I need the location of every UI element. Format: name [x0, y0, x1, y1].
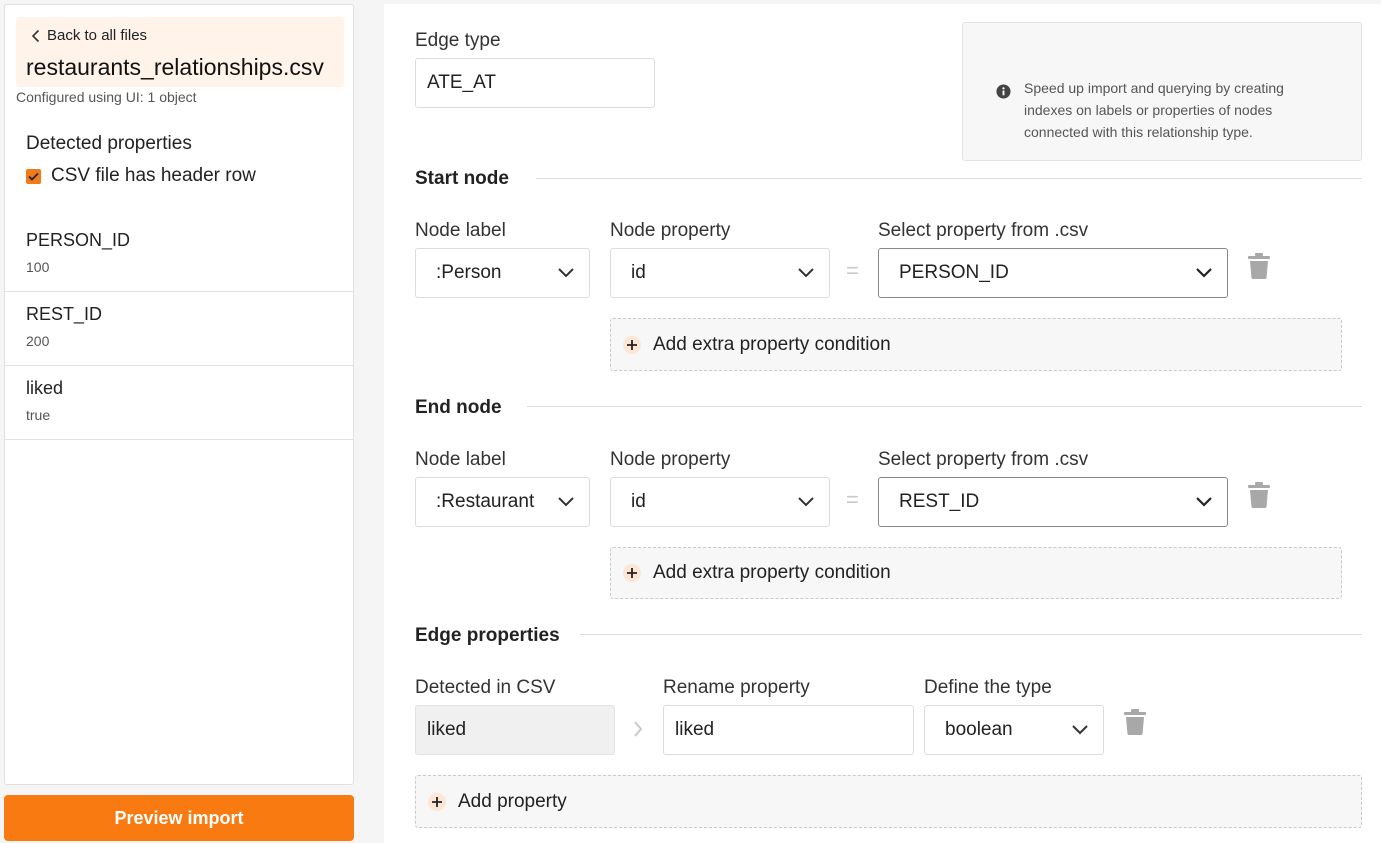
- selected-value: PERSON_ID: [899, 262, 1009, 283]
- back-to-files-link[interactable]: Back to all files: [31, 27, 147, 44]
- start-csv-property-label: Select property from .csv: [878, 220, 1089, 241]
- end-csv-property-select[interactable]: REST_ID: [878, 477, 1228, 527]
- property-name: PERSON_ID: [26, 230, 131, 250]
- section-divider: [527, 406, 1362, 407]
- file-name: restaurants_relationships.csv: [26, 54, 324, 80]
- end-node-property-label: Node property: [610, 449, 731, 470]
- checkmark-icon: [28, 172, 39, 181]
- info-text: Speed up import and querying by creating…: [1024, 80, 1284, 140]
- header-row-label: CSV file has header row: [51, 165, 256, 186]
- chevron-left-icon: [31, 29, 40, 42]
- property-sample: 100: [26, 259, 50, 275]
- section-divider: [580, 634, 1362, 635]
- define-type-label: Define the type: [924, 677, 1052, 698]
- detected-in-csv-label: Detected in CSV: [415, 677, 556, 698]
- end-node-property-select[interactable]: id: [610, 477, 830, 527]
- plus-icon: [428, 792, 446, 811]
- chevron-down-icon: [1196, 497, 1212, 507]
- detected-property-field: liked: [415, 705, 615, 755]
- info-icon: [996, 84, 1011, 99]
- chevron-down-icon: [558, 268, 574, 278]
- start-csv-property-select[interactable]: PERSON_ID: [878, 248, 1228, 298]
- start-add-condition-button[interactable]: Add extra property condition: [610, 318, 1342, 371]
- selected-value: boolean: [945, 719, 1013, 740]
- config-status: Configured using UI: 1 object: [16, 89, 197, 105]
- end-node-label-label: Node label: [415, 449, 506, 470]
- chevron-down-icon: [1196, 268, 1212, 278]
- selected-value: :Person: [436, 262, 502, 283]
- section-divider: [536, 178, 1362, 179]
- edge-type-label: Edge type: [415, 30, 501, 51]
- chevron-right-icon: [634, 721, 643, 737]
- plus-icon: [623, 564, 641, 582]
- start-node-label-select[interactable]: :Person: [415, 248, 590, 298]
- start-node-property-label: Node property: [610, 220, 731, 241]
- sidebar: Back to all files restaurants_relationsh…: [4, 4, 354, 785]
- trash-icon[interactable]: [1246, 481, 1272, 509]
- header-row-checkbox[interactable]: [26, 168, 41, 184]
- back-link-label: Back to all files: [47, 27, 148, 44]
- end-add-condition-button[interactable]: Add extra property condition: [610, 547, 1342, 599]
- index-info-box: Speed up import and querying by creating…: [962, 22, 1362, 161]
- start-node-label-label: Node label: [415, 220, 506, 241]
- property-name: liked: [26, 378, 64, 398]
- end-csv-property-label: Select property from .csv: [878, 449, 1089, 470]
- chevron-down-icon: [798, 268, 814, 278]
- property-sample: 200: [26, 333, 50, 349]
- chevron-down-icon: [1072, 725, 1088, 735]
- rename-property-input[interactable]: liked: [663, 705, 914, 755]
- trash-icon[interactable]: [1122, 708, 1148, 736]
- preview-import-button[interactable]: Preview import: [4, 795, 354, 841]
- selected-value: id: [631, 491, 646, 512]
- property-name: REST_ID: [26, 304, 103, 324]
- equals-sign: =: [846, 258, 859, 283]
- add-property-button[interactable]: Add property: [415, 775, 1362, 828]
- add-property-label: Add property: [458, 790, 567, 812]
- file-header: Back to all files restaurants_relationsh…: [16, 17, 344, 87]
- start-node-property-select[interactable]: id: [610, 248, 830, 298]
- end-node-title: End node: [415, 397, 502, 418]
- end-node-label-select[interactable]: :Restaurant: [415, 477, 590, 527]
- header-row-toggle[interactable]: CSV file has header row: [26, 165, 256, 187]
- add-condition-label: Add extra property condition: [653, 333, 891, 355]
- rename-property-label: Rename property: [663, 677, 810, 698]
- property-item[interactable]: REST_ID 200: [5, 292, 353, 366]
- selected-value: :Restaurant: [436, 491, 535, 512]
- trash-icon[interactable]: [1246, 252, 1272, 280]
- property-sample: true: [26, 407, 51, 423]
- property-item[interactable]: PERSON_ID 100: [5, 218, 353, 292]
- property-item[interactable]: liked true: [5, 366, 353, 440]
- relationship-config-panel: Edge type ATE_AT Speed up import and que…: [384, 4, 1381, 843]
- start-node-title: Start node: [415, 168, 509, 189]
- selected-value: REST_ID: [899, 491, 980, 512]
- chevron-down-icon: [558, 497, 574, 507]
- edge-type-input[interactable]: ATE_AT: [415, 58, 655, 108]
- equals-sign: =: [846, 487, 859, 512]
- add-condition-label: Add extra property condition: [653, 562, 891, 583]
- plus-icon: [623, 335, 641, 354]
- detected-properties-title: Detected properties: [26, 133, 192, 154]
- selected-value: id: [631, 262, 646, 283]
- property-type-select[interactable]: boolean: [924, 705, 1104, 755]
- detected-properties-list: PERSON_ID 100 REST_ID 200 liked true: [5, 218, 353, 440]
- chevron-down-icon: [798, 497, 814, 507]
- edge-properties-title: Edge properties: [415, 625, 560, 646]
